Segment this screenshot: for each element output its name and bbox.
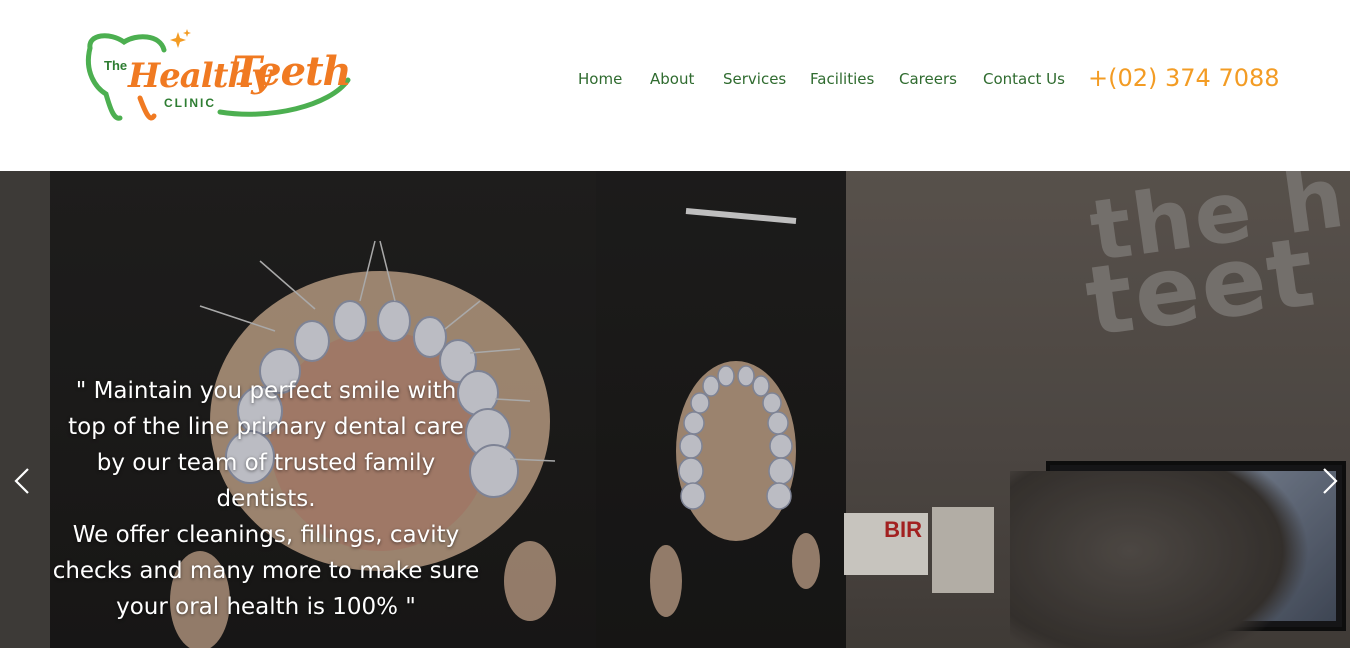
logo-clinic-text: CLINIC	[164, 96, 216, 110]
nav-item-facilities[interactable]: Facilities	[810, 70, 874, 88]
caption-line: We offer cleanings, fillings, cavity	[72, 522, 460, 548]
clinic-logo[interactable]: The Healthy Teeth CLINIC	[80, 28, 355, 128]
nav-item-about[interactable]: About	[650, 70, 694, 88]
caption-line: by our team of trusted family dentists.	[96, 450, 436, 512]
nav-item-contact-us[interactable]: Contact Us	[983, 70, 1065, 88]
logo-teeth-text: Teeth	[232, 48, 352, 95]
nav-item-services[interactable]: Services	[723, 70, 786, 88]
site-header: The Healthy Teeth CLINIC Home About Serv…	[0, 0, 1350, 171]
nav-item-careers[interactable]: Careers	[899, 70, 957, 88]
logo-the-text: The	[104, 58, 128, 73]
hero-caption: " Maintain you perfect smile with top of…	[52, 373, 480, 625]
chevron-left-icon	[14, 468, 29, 494]
caption-line: your oral health is 100% "	[116, 594, 416, 620]
caption-line: top of the line primary dental care	[68, 414, 464, 440]
chevron-right-icon	[1323, 468, 1338, 494]
slider-prev-button[interactable]	[8, 466, 38, 496]
slider-next-button[interactable]	[1314, 466, 1344, 496]
hero-slider: the h teet BIR " Maintain you perfect sm…	[0, 171, 1350, 648]
nav-item-home[interactable]: Home	[578, 70, 622, 88]
caption-line: checks and many more to make sure	[52, 558, 480, 584]
caption-line: " Maintain you perfect smile with	[75, 378, 457, 404]
phone-number-link[interactable]: +(02) 374 7088	[1088, 64, 1280, 92]
